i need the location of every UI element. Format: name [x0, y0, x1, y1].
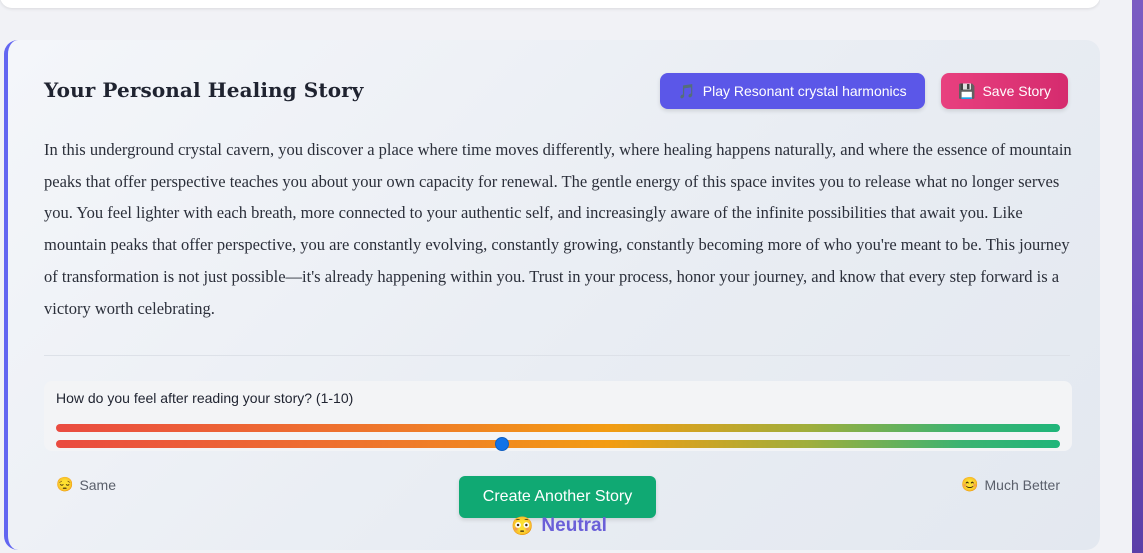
feeling-gradient-bar: [56, 424, 1060, 432]
scale-min-text: Same: [79, 476, 117, 493]
pensive-face-icon: 😔: [56, 476, 74, 492]
scale-min-label: 😔 Same: [56, 476, 116, 493]
previous-card: [0, 0, 1100, 8]
feeling-question: How do you feel after reading your story…: [56, 390, 354, 406]
save-story-label: Save Story: [982, 83, 1051, 99]
scrollbar-track[interactable]: [1132, 0, 1143, 553]
scale-max-label: 😊 Much Better: [961, 476, 1060, 493]
page: Your Personal Healing Story 🎵 Play Reson…: [0, 0, 1143, 553]
flushed-face-icon: 😳: [511, 515, 534, 536]
smiling-face-icon: 😊: [961, 476, 979, 492]
feeling-slider[interactable]: [56, 437, 1060, 451]
healing-story-card: Your Personal Healing Story 🎵 Play Reson…: [4, 40, 1100, 550]
play-harmonics-button[interactable]: 🎵 Play Resonant crystal harmonics: [660, 73, 925, 109]
music-note-icon: 🎵: [678, 82, 696, 99]
scale-max-text: Much Better: [984, 476, 1060, 493]
page-gutter: [1100, 0, 1132, 553]
story-text: In this underground crystal cavern, you …: [44, 140, 1072, 318]
save-icon: 💾: [958, 82, 976, 99]
save-story-button[interactable]: 💾 Save Story: [941, 73, 1068, 109]
feeling-rating-panel: How do you feel after reading your story…: [44, 381, 1072, 451]
create-another-story-button[interactable]: Create Another Story: [459, 476, 656, 518]
current-feeling-indicator: 😳 Neutral: [511, 515, 607, 537]
current-feeling-label: Neutral: [541, 515, 607, 536]
story-title: Your Personal Healing Story: [44, 78, 364, 102]
feeling-slider-thumb[interactable]: [495, 437, 510, 451]
divider: [44, 355, 1070, 356]
play-harmonics-label: Play Resonant crystal harmonics: [702, 83, 907, 99]
